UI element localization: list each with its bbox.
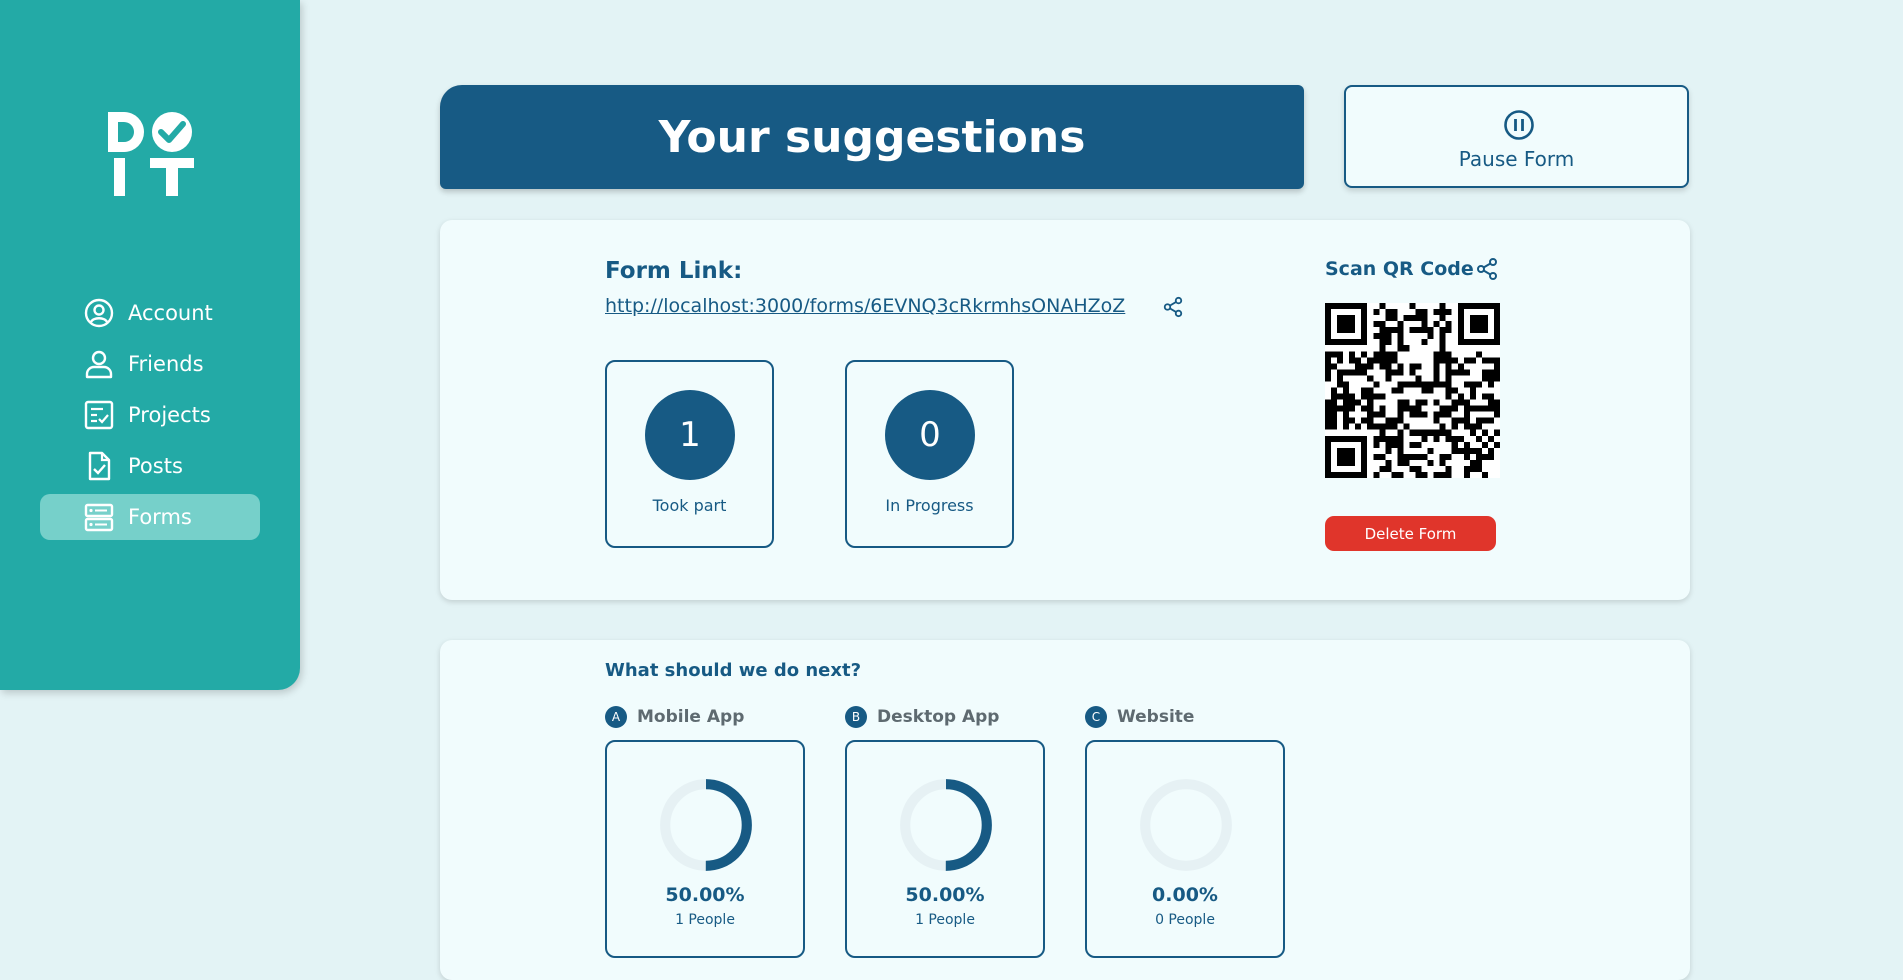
- page-title: Your suggestions: [658, 111, 1086, 163]
- option-people-count: 1 People: [675, 912, 735, 928]
- page-title-banner: Your suggestions: [440, 85, 1304, 189]
- pause-form-label: Pause Form: [1458, 147, 1575, 171]
- delete-form-button[interactable]: Delete Form: [1325, 516, 1496, 551]
- option-donut: [1140, 779, 1232, 871]
- question-results-card: What should we do next? A Mobile App 50.…: [440, 640, 1690, 980]
- option-label: Desktop App: [877, 707, 1000, 727]
- option-percent: 50.00%: [905, 884, 985, 906]
- stat-in-progress: 0 In Progress: [845, 360, 1014, 548]
- form-info-card: Form Link: http://localhost:3000/forms/6…: [440, 220, 1690, 600]
- option-donut: [900, 779, 992, 871]
- person-icon: [85, 350, 113, 379]
- sidebar-item-label: Posts: [128, 454, 183, 478]
- option-result-b: 50.00% 1 People: [845, 740, 1045, 958]
- sidebar-item-label: Account: [128, 301, 213, 325]
- option-letter-badge: C: [1085, 706, 1107, 728]
- share-icon[interactable]: [1475, 257, 1499, 281]
- document-check-icon: [88, 451, 111, 481]
- stat-label: In Progress: [885, 496, 974, 515]
- sidebar-item-posts[interactable]: Posts: [40, 443, 260, 489]
- sidebar-item-friends[interactable]: Friends: [40, 341, 260, 387]
- option-people-count: 0 People: [1155, 912, 1215, 928]
- sidebar-item-account[interactable]: Account: [40, 290, 260, 336]
- sidebar-nav: Account Friends Projects Posts Forms: [40, 290, 260, 545]
- option-header-c: C Website: [1085, 706, 1194, 728]
- option-label: Website: [1117, 707, 1195, 727]
- pause-icon: [1504, 110, 1534, 140]
- option-label: Mobile App: [637, 707, 745, 727]
- question-title: What should we do next?: [605, 660, 862, 681]
- sidebar-item-label: Forms: [128, 505, 192, 529]
- qr-code-image: [1325, 303, 1500, 478]
- sidebar-item-projects[interactable]: Projects: [40, 392, 260, 438]
- option-header-a: A Mobile App: [605, 706, 744, 728]
- option-result-a: 50.00% 1 People: [605, 740, 805, 958]
- form-link-url[interactable]: http://localhost:3000/forms/6EVNQ3cRkrmh…: [605, 295, 1125, 317]
- stat-label: Took part: [652, 496, 727, 515]
- option-donut: [660, 779, 752, 871]
- option-letter-badge: B: [845, 706, 867, 728]
- donut-track: [1140, 779, 1232, 871]
- account-circle-icon: [84, 298, 114, 328]
- option-people-count: 1 People: [915, 912, 975, 928]
- sidebar-item-label: Projects: [128, 403, 211, 427]
- option-result-c: 0.00% 0 People: [1085, 740, 1285, 958]
- sidebar-item-label: Friends: [128, 352, 204, 376]
- sidebar: Account Friends Projects Posts Forms: [0, 0, 300, 690]
- option-percent: 0.00%: [1152, 884, 1218, 906]
- option-header-b: B Desktop App: [845, 706, 999, 728]
- option-letter-badge: A: [605, 706, 627, 728]
- form-link-title: Form Link:: [605, 258, 743, 284]
- pause-form-button[interactable]: Pause Form: [1344, 85, 1689, 188]
- app-logo[interactable]: [106, 108, 198, 198]
- share-icon[interactable]: [1162, 296, 1184, 318]
- sidebar-item-forms[interactable]: Forms: [40, 494, 260, 540]
- stat-value: 0: [885, 390, 975, 480]
- option-percent: 50.00%: [665, 884, 745, 906]
- qr-title: Scan QR Code: [1325, 258, 1474, 280]
- checklist-icon: [84, 400, 114, 430]
- stat-took-part: 1 Took part: [605, 360, 774, 548]
- forms-icon: [84, 503, 114, 532]
- stat-value: 1: [645, 390, 735, 480]
